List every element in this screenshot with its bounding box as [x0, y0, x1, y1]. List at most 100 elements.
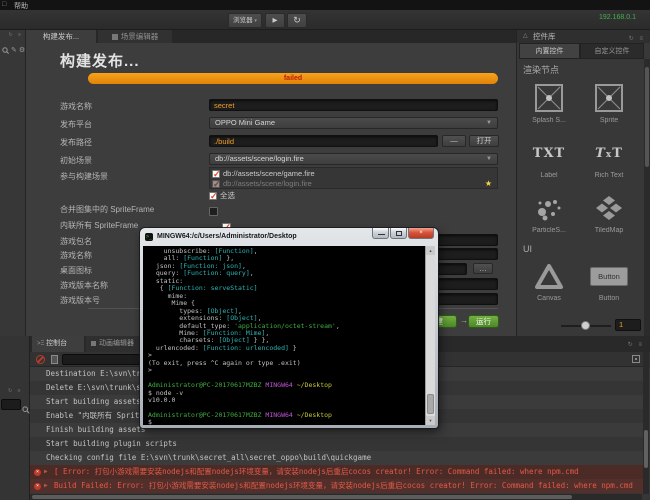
panel-header-icons[interactable]: ↻ ≡	[9, 32, 24, 38]
library-item-label: TiledMap	[579, 227, 639, 234]
panel-header-icons[interactable]: ↻ ≡	[628, 341, 644, 348]
merge-atlas-checkbox[interactable]	[209, 207, 218, 216]
console-log-row: Start building plugin scripts	[30, 437, 643, 451]
favorite-star-icon: ★	[485, 179, 492, 189]
terminal-text-segment: [Function: query]	[183, 269, 250, 277]
refresh-button[interactable]: ↻	[287, 13, 307, 28]
library-item-label[interactable]: TXTLabel	[519, 137, 579, 179]
mintty-app-icon: >_	[145, 233, 153, 241]
terminal-window[interactable]: >_ MINGW64:/c/Users/Administrator/Deskto…	[140, 228, 438, 428]
console-vscrollbar-thumb[interactable]	[644, 430, 648, 468]
path-remove-button[interactable]: —	[442, 135, 466, 147]
library-item-tiledmap[interactable]: TiledMap	[579, 192, 639, 234]
console-vscrollbar[interactable]	[643, 352, 649, 494]
zoom-value-input[interactable]: 1	[615, 319, 641, 331]
edit-icon[interactable]: ✎	[11, 46, 17, 54]
game-name-input[interactable]	[209, 99, 498, 111]
library-item-sprite[interactable]: Sprite	[579, 82, 639, 124]
scene-checkbox[interactable]	[212, 170, 220, 178]
library-item-button[interactable]: ButtonButton	[579, 260, 639, 302]
close-button[interactable]: ×	[408, 228, 434, 239]
console-icon: >Ξ	[37, 341, 46, 347]
console-error-row[interactable]: ×▶Build Failed: Error: 打包小游戏需要安装nodejs和配…	[30, 479, 643, 493]
path-open-button[interactable]: 打开	[469, 135, 499, 147]
minimize-button[interactable]	[372, 228, 389, 239]
start-scene-select[interactable]: db://assets/scene/login.fire ▼	[209, 153, 498, 165]
scroll-down-icon[interactable]: ▼	[426, 416, 435, 425]
play-button[interactable]: ▶	[265, 13, 285, 28]
library-item-label: ParticleS...	[519, 227, 579, 234]
scene-checkbox[interactable]	[212, 180, 220, 188]
select-all-checkbox[interactable]	[209, 192, 217, 200]
dialog-title: 构建发布...	[60, 50, 140, 71]
terminal-scrollbar[interactable]: ▲ ▼	[425, 246, 435, 425]
preview-ip-address: 192.168.0.1	[599, 14, 636, 21]
search-icon[interactable]	[2, 41, 9, 59]
editor-tab-bar: 构建发布... 场景编辑器	[26, 30, 516, 43]
clear-console-icon[interactable]	[36, 355, 45, 364]
library-item-splash-s-[interactable]: Splash S...	[519, 82, 579, 124]
assets-search-input[interactable]	[1, 399, 21, 410]
refresh-icon: ↻	[293, 15, 301, 25]
tab-custom-widgets[interactable]: 自定义控件	[580, 43, 644, 59]
chevron-down-icon: ▼	[486, 118, 492, 128]
sidebar-scrollbar-thumb[interactable]	[645, 67, 649, 167]
console-hscrollbar[interactable]	[30, 494, 642, 500]
run-button[interactable]: 运行	[468, 315, 499, 328]
terminal-text-segment: urlencoded:	[148, 344, 203, 352]
library-item-rich-text[interactable]: TxTRich Text	[579, 137, 639, 179]
terminal-scrollbar-thumb[interactable]	[427, 394, 434, 414]
terminal-line: (To exit, press ^C again or type .exit)	[148, 360, 422, 367]
library-section-title: UI	[523, 244, 639, 254]
widget-library-body: 渲染节点Splash S...SpriteTXTLabelTxTRich Tex…	[519, 59, 639, 314]
console-filter-input[interactable]	[62, 354, 140, 365]
field-label-inline-sprite: 内联所有 SpriteFrame	[60, 220, 138, 231]
field-label-version-code: 游戏版本号	[60, 295, 100, 306]
tab-scene-editor[interactable]: 场景编辑器	[98, 30, 172, 43]
console-log-text: Start building plugin scripts	[46, 439, 177, 448]
scroll-up-icon[interactable]: ▲	[426, 246, 435, 255]
select-all-row[interactable]: 全选	[209, 191, 235, 201]
chevron-down-icon: ▼	[486, 154, 492, 164]
desktop-icon-browse-button[interactable]: …	[473, 263, 493, 274]
platform-select[interactable]: OPPO Mini Game▼	[209, 117, 498, 129]
search-icon[interactable]	[22, 401, 30, 419]
zoom-slider-knob[interactable]	[581, 321, 590, 330]
field-label-start-scene: 初始场景	[60, 155, 92, 166]
maximize-button[interactable]	[390, 228, 407, 239]
terminal-line: query: [Function: query],	[148, 270, 422, 277]
tab-build-publish[interactable]: 构建发布...	[26, 30, 96, 43]
expand-arrow-icon[interactable]: ▶	[44, 465, 48, 479]
gear-icon[interactable]: ⚙	[19, 46, 25, 54]
console-log-text: Checking config file E:\svn\trunk\secret…	[46, 453, 371, 462]
library-item-label: Label	[519, 172, 579, 179]
terminal-text-segment: MINGW64	[262, 411, 293, 419]
field-label-path: 发布路径	[60, 137, 92, 148]
terminal-line: $ node -v	[148, 390, 422, 397]
tab-console[interactable]: >Ξ 控制台	[32, 336, 84, 352]
richtext-icon: TxT	[579, 137, 639, 169]
close-icon: ×	[419, 230, 423, 236]
panel-header-icons[interactable]: ↻ ≡	[8, 388, 23, 394]
collapse-icon[interactable]	[632, 355, 640, 363]
library-item-particles-[interactable]: ParticleS...	[519, 192, 579, 234]
terminal-body[interactable]: unsubscribe: [Function], all: [Function]…	[143, 246, 435, 425]
console-error-row[interactable]: ×▶[ Error: 打包小游戏需要安装nodejs和配置nodejs环境变量，…	[30, 465, 643, 479]
device-select[interactable]: 浏览器 ▾	[228, 13, 262, 28]
menu-item-partial[interactable]: □	[2, 1, 6, 8]
expand-arrow-icon[interactable]: ▶	[44, 479, 48, 493]
sidebar-scrollbar[interactable]	[644, 59, 650, 336]
log-file-icon[interactable]	[51, 355, 58, 364]
library-grid: CanvasButtonButton	[519, 260, 639, 302]
library-grid: Splash S...SpriteTXTLabelTxTRich Text Par…	[519, 82, 639, 234]
field-label-desktop-icon: 桌面图标	[60, 265, 92, 276]
tab-builtin-widgets[interactable]: 内置控件	[519, 43, 580, 59]
console-hscrollbar-thumb[interactable]	[32, 495, 572, 499]
build-status-text: failed	[284, 75, 302, 82]
start-scene-value: db://assets/scene/login.fire	[215, 154, 304, 163]
terminal-line: Administrator@PC-20170617MZBZ MINGW64 ~/…	[148, 412, 422, 419]
assets-panel-edge: ↻ ≡	[0, 336, 30, 500]
build-path-input[interactable]	[209, 135, 438, 147]
library-item-canvas[interactable]: Canvas	[519, 260, 579, 302]
terminal-title-bar[interactable]: >_ MINGW64:/c/Users/Administrator/Deskto…	[140, 228, 438, 246]
